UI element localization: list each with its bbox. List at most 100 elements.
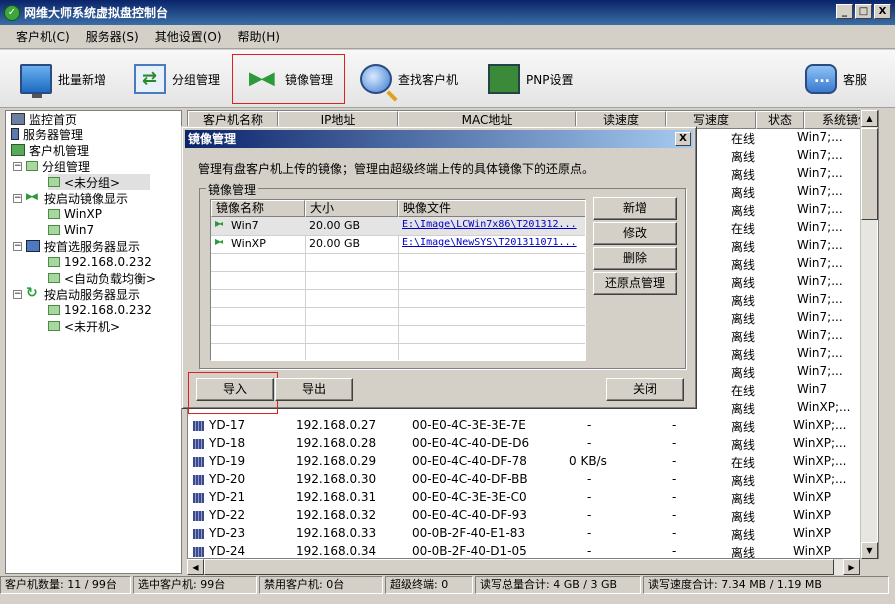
tree-group-manage[interactable]: − 分组管理 [13, 158, 90, 174]
vertical-scrollbar[interactable]: ▲ ▼ [860, 110, 878, 559]
row-mac: 00-E0-4C-40-DF-93 [412, 508, 527, 522]
table-row[interactable]: YD-24 192.168.0.34 00-0B-2F-40-D1-05 - - 离线 Wi… [188, 543, 878, 558]
image-row[interactable]: ▶◀ Win7 20.00 GB E:\Image\LCWin7x86\T201… [211, 217, 585, 235]
image-file-link[interactable]: E:\Image\LCWin7x86\T201312... [402, 219, 585, 230]
row-status: 离线 [731, 168, 756, 182]
delete-image-button[interactable]: 删除 [593, 247, 677, 270]
tree-by-boot-image[interactable]: − 按启动镜像显示 [13, 190, 128, 206]
table-row[interactable]: YD-18 192.168.0.28 00-E0-4C-40-DE-D6 - - 离线 Wi… [188, 435, 878, 453]
row-status: 离线 [731, 204, 756, 218]
toolbar: 批量新增 分组管理 镜像管理 查找客户机 PNP设置 客服 [0, 50, 895, 108]
scroll-thumb[interactable] [861, 128, 878, 220]
table-row[interactable]: YD-22 192.168.0.32 00-E0-4C-40-DF-93 - - 离线 Wi… [188, 507, 878, 525]
maximize-button[interactable]: □ [855, 4, 872, 19]
collapse-icon[interactable]: − [13, 193, 22, 203]
row-status: 离线 [731, 492, 756, 506]
row-status: 离线 [731, 438, 756, 452]
horizontal-scroll-thumb[interactable] [204, 559, 834, 575]
image-manage-button[interactable]: 镜像管理 [232, 54, 345, 104]
row-mac: 00-E0-4C-40-DF-BB [412, 472, 528, 486]
row-image: Win7;... [797, 238, 843, 252]
dialog-title: 镜像管理 [188, 132, 237, 146]
col-image-file[interactable]: 映像文件 [398, 200, 585, 217]
col-status[interactable]: 状态 [756, 111, 804, 129]
image-file-link[interactable]: E:\Image\NewSYS\T201311071... [402, 237, 585, 248]
dialog-description: 管理有盘客户机上传的镜像；管理由超级终端上传的具体镜像下的还原点。 [198, 162, 595, 176]
col-image-name[interactable]: 镜像名称 [211, 200, 305, 217]
pnp-settings-label: PNP设置 [526, 72, 574, 87]
status-bar: 客户机数量: 11 / 99台 选中客户机: 99台 禁用客户机: 0台 超级终… [0, 576, 895, 594]
table-row[interactable]: YD-20 192.168.0.30 00-E0-4C-40-DF-BB - - 离线 Wi… [188, 471, 878, 489]
tree-image-win7[interactable]: Win7 [48, 222, 94, 238]
close-button[interactable]: X [874, 4, 891, 19]
pc-icon [48, 305, 60, 315]
find-client-button[interactable]: 查找客户机 [360, 56, 458, 102]
tree-label: <自动负载均衡> [64, 271, 157, 286]
status-super-terminal: 超级终端: 0 [385, 576, 473, 594]
batch-add-button[interactable]: 批量新增 [20, 56, 106, 102]
group-manage-button[interactable]: 分组管理 [134, 56, 220, 102]
tree-server-manage[interactable]: 服务器管理 [11, 126, 83, 142]
tree-by-boot-server[interactable]: − 按启动服务器显示 [13, 285, 140, 302]
table-row[interactable]: YD-21 192.168.0.31 00-E0-4C-3E-3E-C0 - - 离线 Wi… [188, 489, 878, 507]
import-button[interactable]: 导入 [196, 378, 274, 401]
row-read: - [587, 490, 592, 504]
table-row[interactable]: YD-23 192.168.0.33 00-0B-2F-40-E1-83 - - 离线 Wi… [188, 525, 878, 543]
monitor-add-icon [20, 64, 52, 98]
pnp-settings-button[interactable]: PNP设置 [488, 56, 573, 102]
menu-other-settings[interactable]: 其他设置(O) [147, 28, 230, 45]
dialog-close-icon[interactable]: X [675, 132, 691, 146]
row-read: - [587, 526, 592, 540]
tree-label: <未开机> [64, 319, 121, 334]
tree-pref-server-ip[interactable]: 192.168.0.232 [48, 254, 152, 270]
window-title: 网维大师系统虚拟盘控制台 [24, 6, 169, 20]
menu-server[interactable]: 服务器(S) [78, 28, 147, 45]
scroll-up-icon[interactable]: ▲ [861, 110, 878, 127]
pc-icon [48, 209, 60, 219]
add-image-button[interactable]: 新增 [593, 197, 677, 220]
edit-image-button[interactable]: 修改 [593, 222, 677, 245]
table-row[interactable]: YD-19 192.168.0.29 00-E0-4C-40-DF-78 0 KB/s… [188, 453, 878, 471]
tree-client-manage[interactable]: 客户机管理 [11, 142, 89, 158]
col-size[interactable]: 大小 [305, 200, 398, 217]
horizontal-scrollbar[interactable]: ◀ ▶ [187, 559, 860, 575]
pc-icon [48, 273, 60, 283]
menu-help[interactable]: 帮助(H) [230, 28, 288, 45]
dialog-close-button[interactable]: 关闭 [606, 378, 684, 401]
image-manage-dialog: 镜像管理 X 管理有盘客户机上传的镜像；管理由超级终端上传的具体镜像下的还原点。… [181, 126, 697, 414]
mirror-icon: ▶◀ [215, 219, 224, 228]
minimize-button[interactable]: _ [836, 4, 853, 19]
tree-not-started[interactable]: <未开机> [48, 318, 120, 334]
tree-boot-server-ip[interactable]: 192.168.0.232 [48, 302, 152, 318]
row-image: Win7;... [797, 184, 843, 198]
menu-client[interactable]: 客户机(C) [8, 28, 78, 45]
tree-ungrouped[interactable]: <未分组> [48, 174, 151, 190]
row-name: YD-19 [209, 454, 246, 468]
tree-label: 服务器管理 [23, 127, 84, 142]
row-write: - [672, 472, 677, 486]
table-row[interactable]: YD-17 192.168.0.27 00-E0-4C-3E-3E-7E - - 离线 Wi… [188, 417, 878, 435]
pc-icon [48, 225, 60, 235]
tree-by-pref-server[interactable]: − 按首选服务器显示 [13, 238, 140, 254]
customer-service-button[interactable]: 客服 [805, 56, 867, 102]
collapse-icon[interactable]: − [13, 289, 22, 299]
export-button[interactable]: 导出 [275, 378, 353, 401]
image-list-header: 镜像名称 大小 映像文件 [211, 200, 585, 217]
scroll-down-icon[interactable]: ▼ [861, 542, 878, 559]
tree-image-winxp[interactable]: WinXP [48, 206, 102, 222]
scroll-right-icon[interactable]: ▶ [843, 559, 860, 575]
row-ip: 192.168.0.32 [296, 508, 377, 522]
search-icon [360, 64, 392, 94]
row-image: Win7;... [797, 256, 843, 270]
collapse-icon[interactable]: − [13, 241, 22, 251]
image-row[interactable]: ▶◀ WinXP 20.00 GB E:\Image\NewSYS\T20131… [211, 235, 585, 253]
row-write: - [672, 418, 677, 432]
restore-point-button[interactable]: 还原点管理 [593, 272, 677, 295]
scroll-left-icon[interactable]: ◀ [187, 559, 204, 575]
row-status: 离线 [731, 276, 756, 290]
collapse-icon[interactable]: − [13, 161, 22, 171]
tree-auto-balance[interactable]: <自动负载均衡> [48, 270, 156, 286]
find-client-label: 查找客户机 [398, 72, 459, 87]
status-client-count: 客户机数量: 11 / 99台 [0, 576, 131, 594]
group-box-label: 镜像管理 [206, 181, 259, 198]
